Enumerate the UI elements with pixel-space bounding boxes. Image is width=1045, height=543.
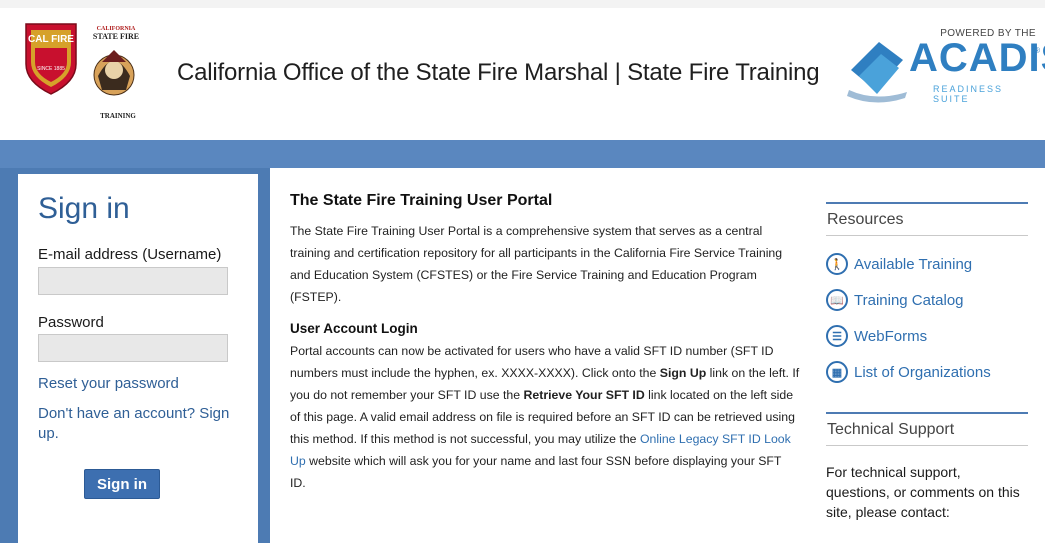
portal-content: The State Fire Training User Portal The … (290, 190, 800, 494)
resource-available-training[interactable]: 🚶 Available Training (826, 246, 1028, 282)
sidebar: Resources 🚶 Available Training 📖 Trainin… (826, 202, 1028, 522)
site-header: CAL FIRE SINCE 1885 CALIFORNIA STATE FIR… (0, 8, 1045, 140)
form-icon: ☰ (826, 325, 848, 347)
portal-intro: The State Fire Training User Portal is a… (290, 224, 783, 304)
tech-support-heading: Technical Support (826, 412, 1028, 446)
signin-title: Sign in (38, 192, 130, 225)
login-heading: User Account Login (290, 321, 418, 336)
login-paragraph: Portal accounts can now be activated for… (290, 340, 800, 494)
top-gap (0, 0, 1045, 8)
registered-mark: ® (1034, 46, 1040, 55)
resource-label: List of Organizations (854, 363, 991, 381)
sft-logo-line2: STATE FIRE (93, 32, 139, 41)
resource-label: Available Training (854, 255, 973, 273)
signin-panel: Sign in E-mail address (Username) Passwo… (18, 174, 258, 543)
reset-password-link[interactable]: Reset your password (38, 374, 179, 394)
signup-link[interactable]: Don't have an account? Sign up. (38, 404, 238, 444)
calfire-since-text: SINCE 1885 (37, 66, 65, 72)
resource-webforms[interactable]: ☰ WebForms (826, 318, 1028, 354)
tech-support-text: For technical support, questions, or com… (826, 464, 1020, 520)
resource-training-catalog[interactable]: 📖 Training Catalog (826, 282, 1028, 318)
email-field[interactable] (38, 267, 228, 295)
person-walking-icon: 🚶 (826, 253, 848, 275)
signin-button[interactable]: Sign in (84, 469, 160, 499)
login-text-4: website which will ask you for your name… (290, 454, 782, 490)
book-icon: 📖 (826, 289, 848, 311)
acadis-brand-text: ACADIS (909, 36, 1045, 80)
calfire-logo-text: CAL FIRE (28, 34, 74, 45)
sign-up-emphasis: Sign Up (659, 366, 707, 380)
sft-logo-line3: TRAINING (100, 112, 136, 120)
acadis-logo: POWERED BY THE ACADIS ® READINESS SUITE (845, 28, 1045, 108)
band-strip (0, 140, 1045, 168)
calfire-sft-logo: CAL FIRE SINCE 1885 CALIFORNIA STATE FIR… (25, 23, 139, 120)
resource-list-of-organizations[interactable]: ▦ List of Organizations (826, 354, 1028, 390)
email-label: E-mail address (Username) (38, 246, 222, 263)
password-field[interactable] (38, 334, 228, 362)
portal-title: The State Fire Training User Portal (290, 192, 553, 209)
resource-label: WebForms (854, 327, 928, 345)
retrieve-sft-id-emphasis: Retrieve Your SFT ID (523, 388, 645, 402)
readiness-suite-text: READINESS SUITE (933, 84, 1004, 104)
acadis-mark-icon (847, 42, 907, 103)
site-title: California Office of the State Fire Mars… (177, 59, 820, 86)
resources-heading: Resources (826, 202, 1028, 236)
tech-support-section: Technical Support For technical support,… (826, 412, 1028, 522)
resource-label: Training Catalog (854, 291, 964, 309)
resources-list: 🚶 Available Training 📖 Training Catalog … (826, 246, 1028, 390)
password-label: Password (38, 314, 104, 331)
building-icon: ▦ (826, 361, 848, 383)
main-panel: The State Fire Training User Portal The … (270, 168, 1045, 543)
